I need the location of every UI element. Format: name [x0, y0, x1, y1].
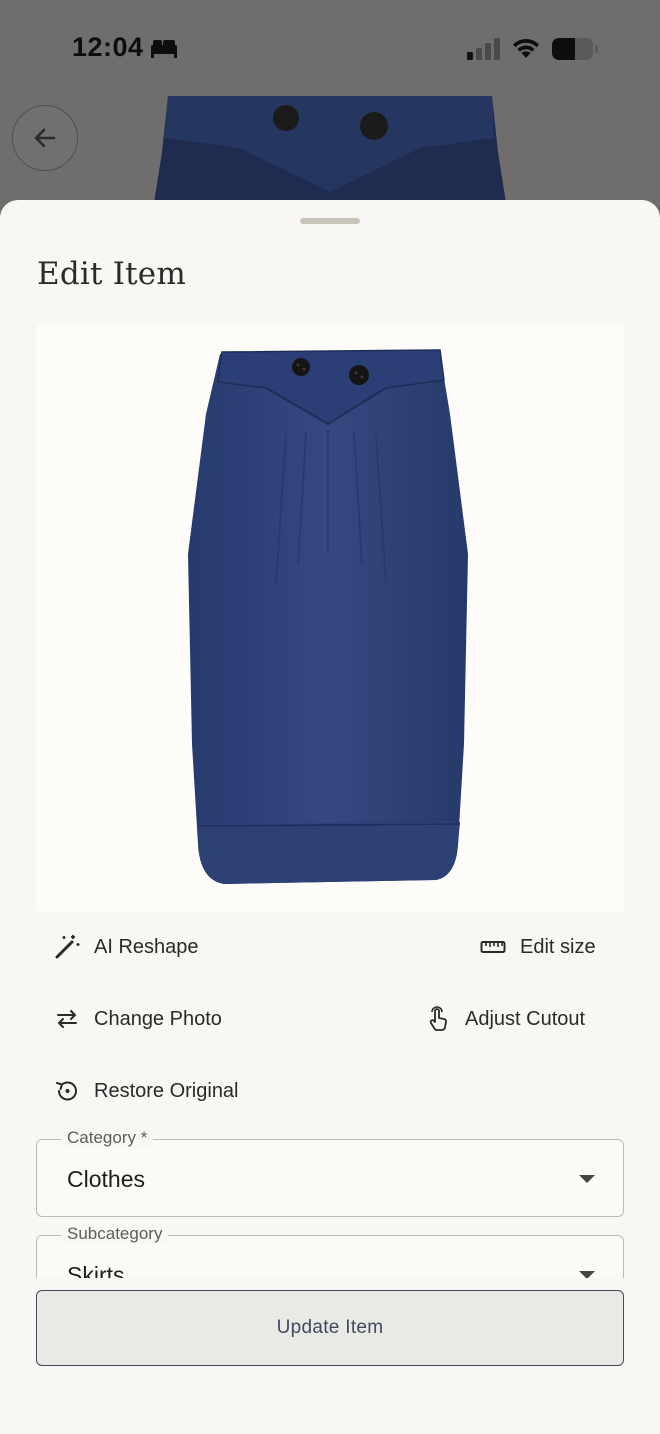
ruler-icon	[480, 934, 506, 960]
restore-original-button[interactable]: Restore Original	[54, 1078, 239, 1104]
change-photo-label: Change Photo	[94, 1007, 222, 1030]
status-bar: 12:04	[0, 0, 660, 96]
edit-size-button[interactable]: Edit size	[480, 934, 596, 960]
restore-original-label: Restore Original	[94, 1079, 239, 1102]
ai-reshape-label: AI Reshape	[94, 935, 199, 958]
status-time: 12:04	[72, 32, 144, 62]
adjust-cutout-label: Adjust Cutout	[465, 1007, 586, 1030]
update-item-button[interactable]: Update Item	[36, 1290, 624, 1366]
touch-hand-icon	[425, 1006, 451, 1032]
adjust-cutout-button[interactable]: Adjust Cutout	[425, 1006, 585, 1032]
edit-size-label: Edit size	[520, 935, 596, 958]
category-value: Clothes	[67, 1166, 145, 1192]
swap-arrows-icon	[54, 1006, 80, 1032]
sheet-grabber[interactable]	[300, 218, 360, 224]
subcategory-label: Subcategory	[61, 1224, 169, 1244]
battery-icon	[552, 38, 598, 60]
change-photo-button[interactable]: Change Photo	[54, 1006, 222, 1032]
ai-reshape-button[interactable]: AI Reshape	[54, 934, 199, 960]
item-photo	[36, 324, 624, 912]
category-label: Category *	[61, 1128, 154, 1148]
chevron-down-icon	[579, 1175, 595, 1183]
cellular-signal-icon	[467, 38, 500, 60]
page-title: Edit Item	[37, 256, 186, 292]
bed-icon	[151, 40, 177, 58]
arrow-left-icon	[34, 128, 56, 148]
magic-wand-icon	[54, 934, 80, 960]
navy-pencil-skirt-image	[188, 349, 468, 884]
history-icon	[54, 1078, 80, 1104]
wifi-icon	[513, 38, 539, 58]
back-button[interactable]	[12, 105, 78, 171]
category-select[interactable]: Category * Clothes	[36, 1128, 624, 1217]
edit-item-sheet: Edit Item AI Reshape Edit size Change Ph…	[0, 200, 660, 1434]
